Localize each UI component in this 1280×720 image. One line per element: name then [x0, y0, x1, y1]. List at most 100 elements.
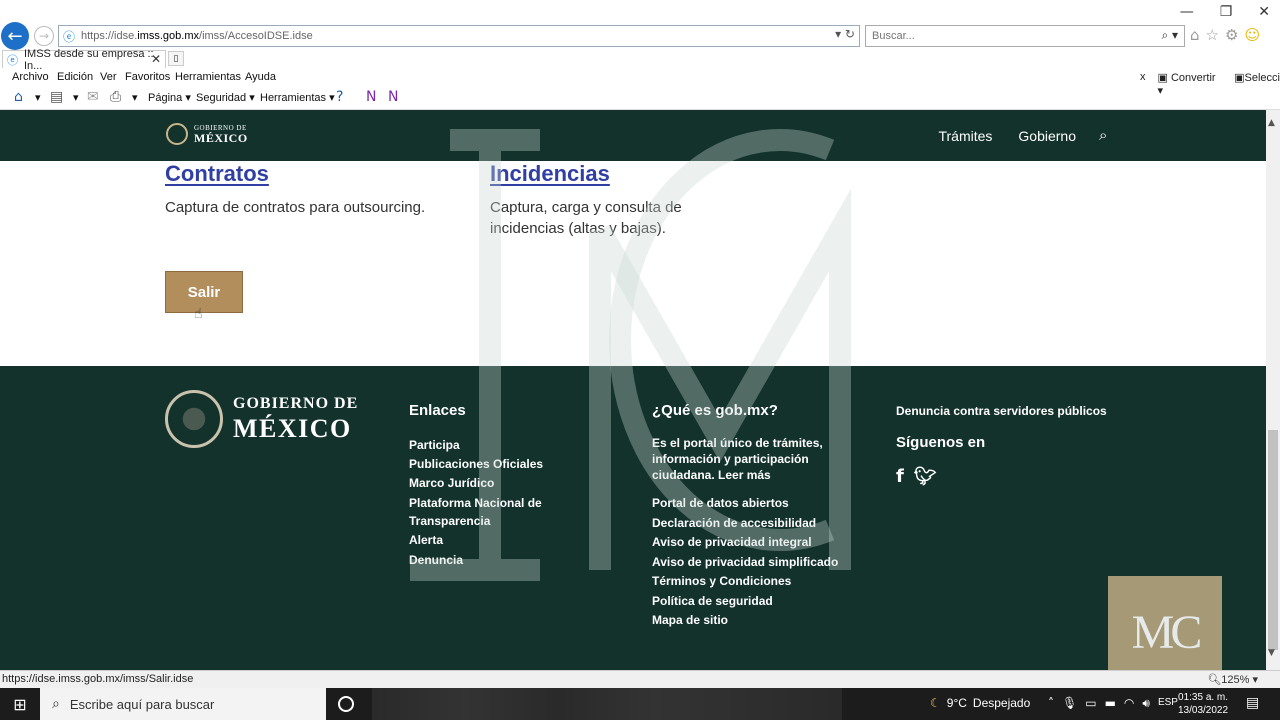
print-icon[interactable]: ⎙	[110, 89, 121, 105]
status-url: https://idse.imss.gob.mx/imss/Salir.idse	[2, 673, 194, 685]
link-privacidad-integral[interactable]: Aviso de privacidad integral	[652, 534, 812, 550]
tools-menu[interactable]: Herramientas ▾	[260, 91, 335, 104]
chevron-down-icon[interactable]: ▾	[35, 91, 41, 104]
contratos-link[interactable]: Contratos	[165, 161, 269, 187]
address-row: ← → ⓔ https://idse.imss.gob.mx/imss/Acce…	[0, 22, 1280, 50]
link-terminos[interactable]: Términos y Condiciones	[652, 573, 791, 589]
back-button[interactable]: ←	[1, 22, 29, 50]
tab-close-icon[interactable]: ✕	[151, 52, 161, 66]
link-mapa-sitio[interactable]: Mapa de sitio	[652, 612, 728, 628]
scroll-up-icon[interactable]: ▲	[1268, 118, 1275, 128]
refresh-icon[interactable]: ▾ ↻	[835, 27, 855, 41]
link-politica-seguridad[interactable]: Política de seguridad	[652, 593, 773, 609]
nav-gobierno[interactable]: Gobierno	[1018, 128, 1076, 144]
tab-active[interactable]: ⓔ IMSS desde su empresa :: In... ✕	[2, 48, 166, 72]
footer-logo-line2: MÉXICO	[233, 414, 352, 443]
link-participa[interactable]: Participa	[409, 437, 460, 453]
browser-search[interactable]: ⌕ ▾	[865, 25, 1185, 47]
onenote-icon[interactable]: N	[366, 89, 376, 105]
taskbar-search[interactable]: ⌕ Escribe aquí para buscar	[40, 688, 326, 720]
nav-tramites[interactable]: Trámites	[938, 128, 992, 144]
address-bar[interactable]: ⓔ https://idse.imss.gob.mx/imss/AccesoID…	[58, 25, 860, 47]
facebook-icon[interactable]: f	[896, 466, 904, 487]
social-links: f 🐦︎	[896, 466, 937, 487]
favorites-star-icon[interactable]: ☆	[1206, 26, 1219, 44]
page-menu[interactable]: Página ▾	[148, 91, 191, 104]
taskbar-search-text: Escribe aquí para buscar	[69, 696, 215, 712]
minimize-icon[interactable]: —	[1180, 4, 1194, 20]
contratos-desc: Captura de contratos para outsourcing.	[165, 199, 426, 216]
scroll-down-icon[interactable]: ▼	[1268, 648, 1275, 658]
security-menu[interactable]: Seguridad ▾	[196, 91, 255, 104]
link-alerta[interactable]: Alerta	[409, 532, 443, 548]
new-tab-button[interactable]: ▯	[168, 51, 184, 66]
moon-icon: ☾	[930, 696, 941, 710]
help-icon[interactable]: ?	[336, 89, 343, 105]
scrollbar-thumb[interactable]	[1268, 430, 1278, 650]
link-privacidad-simplificado[interactable]: Aviso de privacidad simplificado	[652, 554, 838, 570]
taskbar-apps[interactable]	[372, 688, 842, 720]
zoom-level[interactable]: 🔍︎125% ▾	[1207, 673, 1258, 686]
weather-desc: Despejado	[972, 696, 1031, 710]
windows-start-icon[interactable]: ⊞	[0, 688, 40, 720]
smiley-icon[interactable]: ☺	[1244, 26, 1260, 44]
gear-icon[interactable]: ⚙	[1225, 26, 1238, 44]
header-logo[interactable]: GOBIERNO DE MÉXICO	[166, 123, 248, 145]
header-logo-line2: MÉXICO	[194, 130, 248, 145]
weather-temp: 9°C	[946, 696, 967, 710]
menu-archivo[interactable]: Archivo	[12, 71, 49, 83]
follow-heading: Síguenos en	[896, 434, 986, 451]
browser-search-input[interactable]	[872, 30, 1142, 42]
forward-button[interactable]: →	[34, 26, 54, 46]
twitter-icon[interactable]: 🐦︎	[914, 466, 937, 487]
about-heading: ¿Qué es gob.mx?	[652, 402, 778, 419]
chevron-down-icon[interactable]: ▾	[132, 91, 138, 104]
chevron-up-icon[interactable]: ˄	[1048, 696, 1054, 711]
link-datos-abiertos[interactable]: Portal de datos abiertos	[652, 495, 789, 511]
status-bar: https://idse.imss.gob.mx/imss/Salir.idse…	[0, 670, 1280, 688]
link-accesibilidad[interactable]: Declaración de accesibilidad	[652, 515, 816, 531]
notification-icon[interactable]: ▤	[1246, 695, 1259, 711]
links-heading: Enlaces	[409, 402, 466, 419]
home-cmd-icon[interactable]: ⌂	[14, 89, 23, 105]
salir-button[interactable]: Salir	[165, 271, 243, 313]
mail-icon[interactable]: ✉	[87, 89, 99, 105]
link-plataforma[interactable]: Plataforma Nacional de	[409, 495, 542, 511]
link-transparencia[interactable]: Transparencia	[409, 513, 490, 529]
link-publicaciones[interactable]: Publicaciones Oficiales	[409, 456, 543, 472]
hand-cursor-icon: ☝	[194, 306, 203, 322]
menu-edicion[interactable]: Edición	[57, 71, 93, 83]
mic-icon[interactable]: 🎙︎	[1062, 696, 1077, 711]
clock[interactable]: 01:35 a. m. 13/03/2022	[1178, 691, 1228, 717]
network-icon[interactable]: ▭	[1085, 696, 1096, 711]
vertical-scrollbar[interactable]: ▲ ▼	[1266, 110, 1280, 670]
tab-ie-icon: ⓔ	[7, 53, 18, 67]
menu-favoritos[interactable]: Favoritos	[125, 71, 170, 83]
chevron-down-icon[interactable]: ▾	[73, 91, 79, 104]
battery-icon[interactable]: ▬	[1105, 696, 1116, 711]
incidencias-link[interactable]: Incidencias	[490, 161, 610, 187]
close-icon[interactable]: ✕	[1258, 4, 1270, 20]
search-icon: ⌕	[52, 696, 60, 712]
search-icon[interactable]: ⌕ ▾	[1161, 28, 1178, 43]
volume-icon[interactable]: 🔊︎	[1142, 696, 1150, 711]
wifi-icon[interactable]: ◠	[1124, 696, 1134, 711]
cortana-icon[interactable]	[338, 696, 354, 712]
onenote-send-icon[interactable]: N	[388, 89, 398, 105]
footer-logo[interactable]: GOBIERNO DE MÉXICO	[165, 390, 358, 448]
menu-ver[interactable]: Ver	[100, 71, 117, 83]
weather-widget[interactable]: ☾ 9°C Despejado	[930, 696, 1030, 710]
home-icon[interactable]: ⌂	[1190, 26, 1200, 44]
link-denuncia[interactable]: Denuncia	[409, 552, 463, 568]
search-icon[interactable]: ⌕	[1099, 126, 1107, 144]
link-marco-juridico[interactable]: Marco Jurídico	[409, 475, 494, 491]
menu-bar: Archivo Edición Ver Favoritos Herramient…	[0, 70, 1280, 97]
restore-icon[interactable]: ❐	[1220, 4, 1233, 20]
browser-chrome: — ❐ ✕ ← → ⓔ https://idse.imss.gob.mx/ims…	[0, 0, 1280, 110]
menu-ayuda[interactable]: Ayuda	[245, 71, 276, 83]
language-indicator[interactable]: ESP	[1158, 696, 1178, 711]
footer: GOBIERNO DE MÉXICO Enlaces Participa Pub…	[0, 366, 1266, 670]
link-denuncia-servidores[interactable]: Denuncia contra servidores públicos	[896, 403, 1107, 419]
menu-herramientas[interactable]: Herramientas	[175, 71, 241, 83]
feed-icon[interactable]: ▤	[50, 89, 63, 105]
